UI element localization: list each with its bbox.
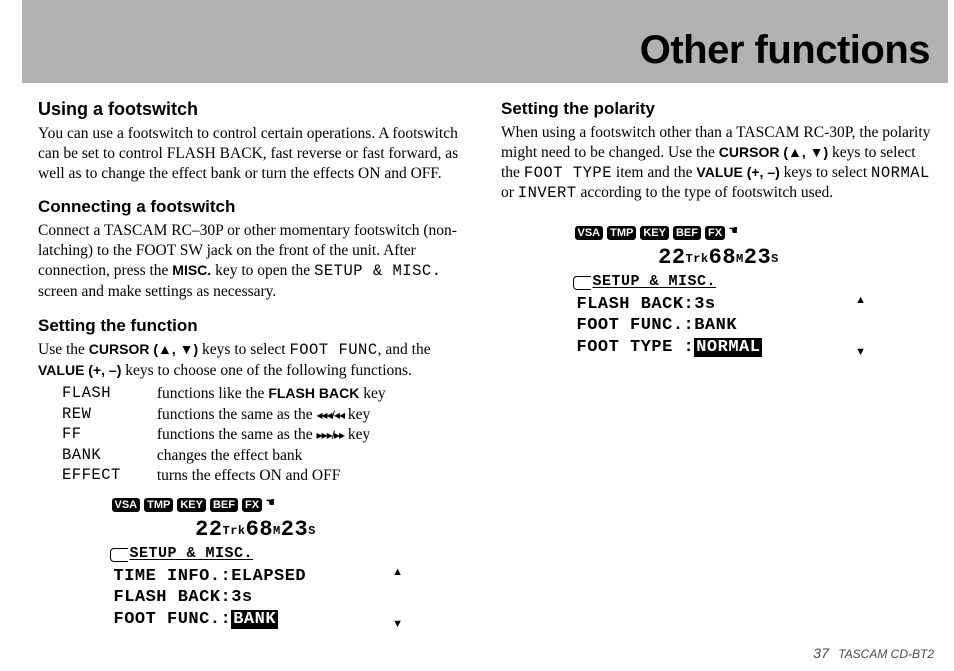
foot-func-display: FOOT FUNC xyxy=(289,341,377,359)
lcd-tab: TMP xyxy=(607,226,636,240)
lcd-line-highlight: FOOT TYPE :NORMAL xyxy=(577,337,853,358)
lcd-tab: BEF xyxy=(210,498,238,512)
func-desc: functions like the FLASH BACK key xyxy=(157,384,394,404)
lcd-tab: KEY xyxy=(640,226,669,240)
lcd-tab: FX xyxy=(705,226,725,240)
para-polarity: When using a footswitch other than a TAS… xyxy=(501,123,936,204)
para-connecting: Connect a TASCAM RC–30P or other momenta… xyxy=(38,221,473,301)
lcd-screenshot-left: VSA TMP KEY BEF FX ☚ 22Trk68M23S SETUP &… xyxy=(106,494,406,630)
scroll-up-icon: ▲ xyxy=(392,566,403,580)
lcd-tabs: VSA TMP KEY BEF FX ☚ xyxy=(569,224,869,242)
left-column: Using a footswitch You can use a footswi… xyxy=(38,91,473,632)
func-desc: functions the same as the ▸▸▸/▸▸ key xyxy=(157,425,394,445)
lcd-tab: TMP xyxy=(144,498,173,512)
text: keys to select xyxy=(780,164,871,181)
rewind-icon: ◂◂◂/◂◂ xyxy=(317,408,344,422)
misc-key-label: MISC. xyxy=(172,262,211,278)
cursor-keys-label: CURSOR (▲, ▼) xyxy=(719,144,828,160)
heading-connecting: Connecting a footswitch xyxy=(38,197,473,217)
function-table: FLASHfunctions like the FLASH BACK key R… xyxy=(62,384,394,486)
title-band: Other functions xyxy=(22,24,948,83)
lcd-time: 22Trk68M23S xyxy=(569,244,869,272)
cursor-keys-label: CURSOR (▲, ▼) xyxy=(89,341,198,357)
lcd-section-header: SETUP & MISC. xyxy=(573,273,869,292)
normal-display: NORMAL xyxy=(871,164,930,182)
lcd-tab: VSA xyxy=(112,498,141,512)
func-desc: changes the effect bank xyxy=(157,446,394,466)
lcd-tab: KEY xyxy=(177,498,206,512)
lcd-selected-value: BANK xyxy=(231,610,278,629)
func-label: BANK xyxy=(62,446,157,466)
fast-forward-icon: ▸▸▸/▸▸ xyxy=(317,428,344,442)
invert-display: INVERT xyxy=(518,184,577,202)
lcd-line: FOOT FUNC.:BANK xyxy=(577,315,853,336)
heading-polarity: Setting the polarity xyxy=(501,99,936,119)
func-label: FF xyxy=(62,425,157,445)
para-using: You can use a footswitch to control cert… xyxy=(38,124,473,183)
tab-mark-icon xyxy=(110,548,128,562)
text: item and the xyxy=(612,164,696,181)
heading-setting-function: Setting the function xyxy=(38,316,473,336)
top-gray-bar xyxy=(22,0,948,24)
func-desc: turns the effects ON and OFF xyxy=(157,466,394,486)
lcd-screenshot-right: VSA TMP KEY BEF FX ☚ 22Trk68M23S SETUP &… xyxy=(569,222,869,358)
text: Use the xyxy=(38,341,89,358)
setup-misc-display: SETUP & MISC. xyxy=(314,262,441,280)
scroll-down-icon: ▼ xyxy=(392,618,403,632)
scroll-up-icon: ▲ xyxy=(855,294,866,308)
scroll-down-icon: ▼ xyxy=(855,346,866,360)
lcd-line: FLASH BACK:3s xyxy=(114,587,390,608)
tab-mark-icon xyxy=(573,276,591,290)
heading-using-footswitch: Using a footswitch xyxy=(38,99,473,120)
table-row: REWfunctions the same as the ◂◂◂/◂◂ key xyxy=(62,405,394,425)
func-label: FLASH xyxy=(62,384,157,404)
flash-back-key: FLASH BACK xyxy=(268,385,359,401)
page-number: 37 xyxy=(813,645,829,661)
lcd-section-header: SETUP & MISC. xyxy=(110,545,406,564)
lcd-tab: FX xyxy=(242,498,262,512)
value-keys-label: VALUE (+, –) xyxy=(38,362,121,378)
para-setting-function: Use the CURSOR (▲, ▼) keys to select FOO… xyxy=(38,340,473,381)
table-row: FFfunctions the same as the ▸▸▸/▸▸ key xyxy=(62,425,394,445)
lcd-tabs: VSA TMP KEY BEF FX ☚ xyxy=(106,496,406,514)
table-row: BANKchanges the effect bank xyxy=(62,446,394,466)
page-title: Other functions xyxy=(40,28,930,73)
lcd-selected-value: NORMAL xyxy=(694,338,762,357)
func-label: EFFECT xyxy=(62,466,157,486)
right-column: Setting the polarity When using a footsw… xyxy=(501,91,936,632)
hand-icon: ☚ xyxy=(729,224,738,242)
value-keys-label: VALUE (+, –) xyxy=(696,164,779,180)
text: according to the type of footswitch used… xyxy=(577,184,834,201)
text: keys to select xyxy=(198,341,289,358)
lcd-line: FLASH BACK:3s xyxy=(577,294,853,315)
lcd-line: TIME INFO.:ELAPSED xyxy=(114,566,390,587)
hand-icon: ☚ xyxy=(266,496,275,514)
page-footer: 37 TASCAM CD-BT2 xyxy=(813,645,934,661)
lcd-time: 22Trk68M23S xyxy=(106,516,406,544)
lcd-tab: BEF xyxy=(673,226,701,240)
text: screen and make settings as necessary. xyxy=(38,283,276,300)
text: , and the xyxy=(378,341,431,358)
func-label: REW xyxy=(62,405,157,425)
table-row: FLASHfunctions like the FLASH BACK key xyxy=(62,384,394,404)
func-desc: functions the same as the ◂◂◂/◂◂ key xyxy=(157,405,394,425)
foot-type-display: FOOT TYPE xyxy=(524,164,612,182)
table-row: EFFECTturns the effects ON and OFF xyxy=(62,466,394,486)
lcd-tab: VSA xyxy=(575,226,604,240)
model-name: TASCAM CD-BT2 xyxy=(838,647,934,661)
text: key to open the xyxy=(211,262,314,279)
lcd-line-highlight: FOOT FUNC.:BANK xyxy=(114,609,390,630)
page-columns: Using a footswitch You can use a footswi… xyxy=(0,83,954,632)
text: or xyxy=(501,184,518,201)
text: keys to choose one of the following func… xyxy=(121,362,412,379)
